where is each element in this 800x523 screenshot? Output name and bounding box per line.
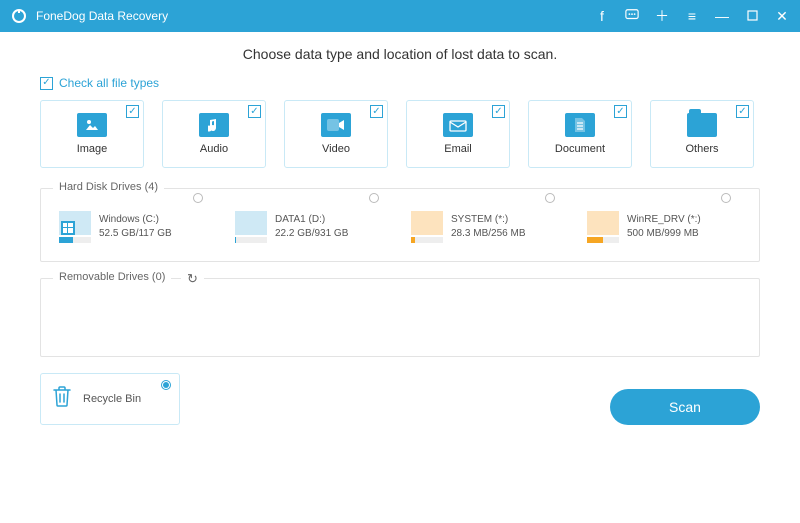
type-label: Document <box>555 143 605 155</box>
add-icon[interactable]: ＋ <box>654 9 670 23</box>
drive-item[interactable]: SYSTEM (*:)28.3 MB/256 MB <box>407 207 563 247</box>
drive-name: SYSTEM (*:) <box>451 213 525 227</box>
type-icon <box>77 113 107 137</box>
drive-size: 500 MB/999 MB <box>627 227 701 241</box>
maximize-icon[interactable] <box>744 9 760 23</box>
type-checkbox[interactable]: ✓ <box>126 105 139 118</box>
type-icon <box>443 113 473 137</box>
drive-icon <box>235 211 267 243</box>
drive-radio[interactable] <box>369 193 379 203</box>
drive-item[interactable]: Windows (C:)52.5 GB/117 GB <box>55 207 211 247</box>
drive-radio[interactable] <box>721 193 731 203</box>
scan-button[interactable]: Scan <box>610 389 760 425</box>
bottom-row: Recycle Bin Scan <box>40 373 760 425</box>
menu-icon[interactable]: ≡ <box>684 9 700 23</box>
type-card-audio[interactable]: ✓ Audio <box>162 100 266 168</box>
type-checkbox[interactable]: ✓ <box>492 105 505 118</box>
type-label: Email <box>444 143 472 155</box>
hdd-section: Hard Disk Drives (4) Windows (C:)52.5 GB… <box>40 188 760 262</box>
drive-radio[interactable] <box>193 193 203 203</box>
removable-section-title: Removable Drives (0) <box>53 271 171 283</box>
type-checkbox[interactable]: ✓ <box>370 105 383 118</box>
type-icon <box>565 113 595 137</box>
drive-item[interactable]: DATA1 (D:)22.2 GB/931 GB <box>231 207 387 247</box>
type-icon <box>321 113 351 137</box>
drive-size: 28.3 MB/256 MB <box>451 227 525 241</box>
feedback-icon[interactable] <box>624 8 640 24</box>
main-content: Choose data type and location of lost da… <box>0 32 800 435</box>
type-checkbox[interactable]: ✓ <box>736 105 749 118</box>
instruction-text: Choose data type and location of lost da… <box>40 46 760 62</box>
removable-drive-list <box>55 297 745 342</box>
drive-icon <box>59 211 91 243</box>
drive-item[interactable]: WinRE_DRV (*:)500 MB/999 MB <box>583 207 739 247</box>
type-icon <box>199 113 229 137</box>
type-card-email[interactable]: ✓ Email <box>406 100 510 168</box>
drive-name: DATA1 (D:) <box>275 213 348 227</box>
type-label: Video <box>322 143 350 155</box>
refresh-icon[interactable]: ↻ <box>181 271 204 287</box>
drive-info: DATA1 (D:)22.2 GB/931 GB <box>275 213 348 241</box>
type-card-others[interactable]: ✓ Others <box>650 100 754 168</box>
type-label: Others <box>685 143 718 155</box>
drive-info: WinRE_DRV (*:)500 MB/999 MB <box>627 213 701 241</box>
type-label: Image <box>77 143 108 155</box>
type-card-video[interactable]: ✓ Video <box>284 100 388 168</box>
app-title: FoneDog Data Recovery <box>36 9 168 23</box>
trash-icon <box>51 384 73 414</box>
type-card-image[interactable]: ✓ Image <box>40 100 144 168</box>
facebook-icon[interactable]: f <box>594 9 610 23</box>
type-checkbox[interactable]: ✓ <box>248 105 261 118</box>
drive-icon <box>411 211 443 243</box>
type-label: Audio <box>200 143 228 155</box>
type-card-document[interactable]: ✓ Document <box>528 100 632 168</box>
recycle-label: Recycle Bin <box>83 393 141 405</box>
app-logo <box>10 7 28 25</box>
drive-radio[interactable] <box>545 193 555 203</box>
minimize-icon[interactable]: — <box>714 9 730 23</box>
check-all-types[interactable]: ✓ Check all file types <box>40 76 760 90</box>
check-all-checkbox[interactable]: ✓ <box>40 77 53 90</box>
removable-section: Removable Drives (0) ↻ <box>40 278 760 357</box>
hdd-drive-list: Windows (C:)52.5 GB/117 GB DATA1 (D:)22.2… <box>55 207 745 247</box>
drive-name: Windows (C:) <box>99 213 172 227</box>
drive-info: Windows (C:)52.5 GB/117 GB <box>99 213 172 241</box>
type-checkbox[interactable]: ✓ <box>614 105 627 118</box>
file-type-grid: ✓ Image ✓ Audio ✓ Video ✓ Email ✓ Document ✓ Others <box>40 100 760 168</box>
titlebar: FoneDog Data Recovery f ＋ ≡ — ✕ <box>0 0 800 32</box>
window-controls: f ＋ ≡ — ✕ <box>594 8 790 24</box>
type-icon <box>687 113 717 137</box>
drive-size: 22.2 GB/931 GB <box>275 227 348 241</box>
recycle-bin-card[interactable]: Recycle Bin <box>40 373 180 425</box>
check-all-label: Check all file types <box>59 76 159 90</box>
drive-icon <box>587 211 619 243</box>
drive-info: SYSTEM (*:)28.3 MB/256 MB <box>451 213 525 241</box>
close-icon[interactable]: ✕ <box>774 9 790 23</box>
hdd-section-title: Hard Disk Drives (4) <box>53 181 164 193</box>
drive-size: 52.5 GB/117 GB <box>99 227 172 241</box>
drive-name: WinRE_DRV (*:) <box>627 213 701 227</box>
recycle-radio[interactable] <box>161 380 171 390</box>
